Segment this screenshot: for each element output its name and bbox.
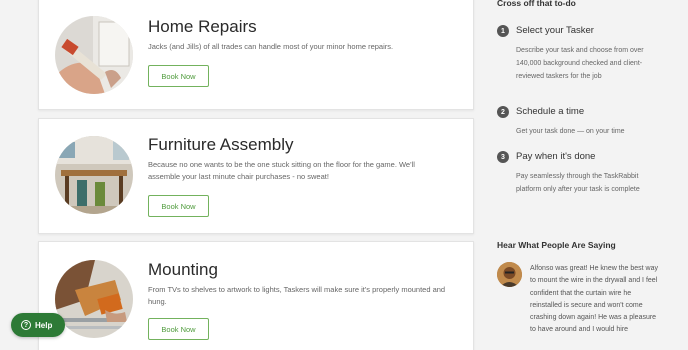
review-quote: Alfonso was great! He knew the best way … xyxy=(530,265,659,334)
category-description: Because no one wants to be the one stuck… xyxy=(148,160,415,181)
step-number: 3 xyxy=(497,151,509,163)
category-card-furniture-assembly: Furniture Assembly Because no one wants … xyxy=(38,118,474,234)
category-card-home-repairs: Home Repairs Jacks (and Jills) of all tr… xyxy=(38,0,474,110)
step-description: Get your task done — on your time xyxy=(516,128,625,135)
category-card-mounting: Mounting From TVs to shelves to artwork … xyxy=(38,241,474,350)
step-description: Pay seamlessly through the TaskRabbit pl… xyxy=(516,173,640,193)
book-now-button[interactable]: Book Now xyxy=(148,318,209,340)
category-description: From TVs to shelves to artwork to lights… xyxy=(148,285,446,306)
furniture-assembly-photo xyxy=(55,136,133,214)
category-title: Home Repairs xyxy=(148,17,257,36)
step-number: 2 xyxy=(497,106,509,118)
category-description: Jacks (and Jills) of all trades can hand… xyxy=(148,42,394,51)
home-repairs-photo xyxy=(55,16,133,94)
reviewer-avatar xyxy=(497,262,522,287)
help-label: Help xyxy=(35,320,53,330)
step-description: Describe your task and choose from over … xyxy=(516,47,644,80)
reviews-heading: Hear What People Are Saying xyxy=(497,240,616,250)
book-now-button[interactable]: Book Now xyxy=(148,195,209,217)
category-title: Furniture Assembly xyxy=(148,135,294,154)
step-title: Pay when it's done xyxy=(516,151,596,162)
step-title: Select your Tasker xyxy=(516,25,594,36)
help-button[interactable]: ? Help xyxy=(11,313,65,337)
question-icon: ? xyxy=(21,320,31,330)
step-number: 1 xyxy=(497,25,509,37)
step-title: Schedule a time xyxy=(516,106,585,117)
how-it-works-heading: Cross off that to-do xyxy=(497,0,576,8)
category-title: Mounting xyxy=(148,260,218,279)
book-now-button[interactable]: Book Now xyxy=(148,65,209,87)
mounting-photo xyxy=(55,260,133,338)
